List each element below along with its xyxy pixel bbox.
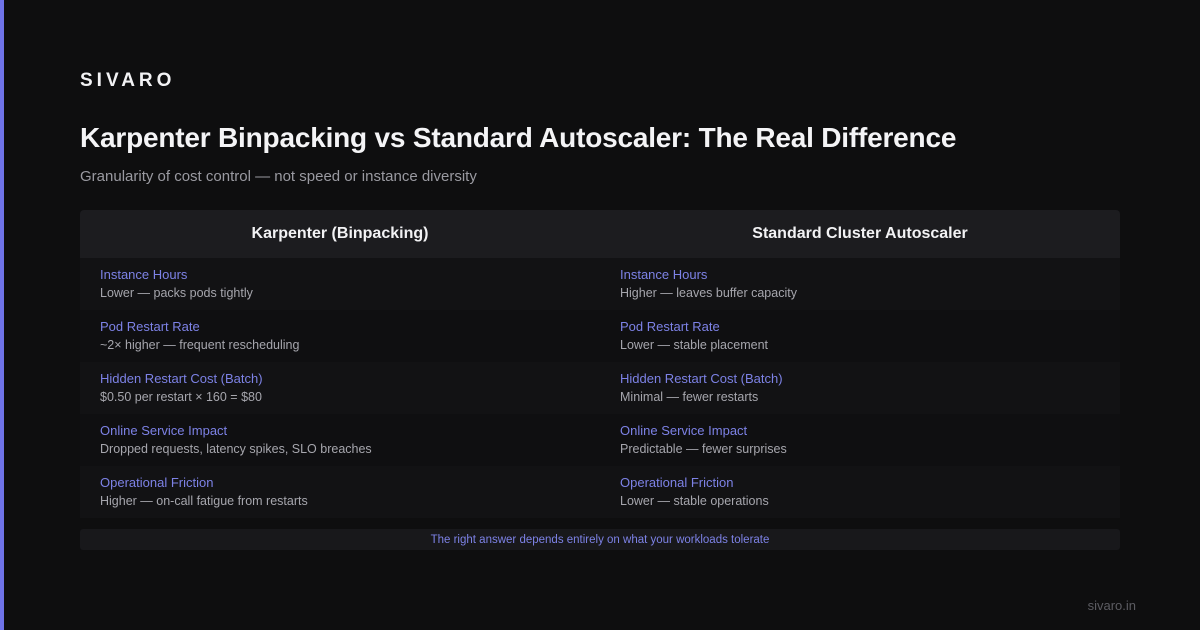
table-row: Instance Hours Lower — packs pods tightl… [80,258,1120,310]
table-cell-karpenter: Operational Friction Higher — on-call fa… [80,466,600,518]
metric-label: Instance Hours [620,267,708,282]
table-cell-autoscaler: Operational Friction Lower — stable oper… [600,466,1120,518]
metric-value: Higher — on-call fatigue from restarts [100,494,308,508]
table-cell-karpenter: Instance Hours Lower — packs pods tightl… [80,258,600,310]
metric-value: Lower — stable placement [620,338,768,352]
metric-value: Higher — leaves buffer capacity [620,286,797,300]
table-cell-karpenter: Online Service Impact Dropped requests, … [80,414,600,466]
brand-logo: SIVARO [80,70,176,91]
metric-value: Lower — stable operations [620,494,769,508]
metric-label: Pod Restart Rate [100,319,200,334]
metric-label: Instance Hours [100,267,188,282]
metric-value: $0.50 per restart × 160 = $80 [100,390,262,404]
table-row: Pod Restart Rate ~2× higher — frequent r… [80,310,1120,362]
table-row: Online Service Impact Dropped requests, … [80,414,1120,466]
table-row: Hidden Restart Cost (Batch) $0.50 per re… [80,362,1120,414]
metric-label: Online Service Impact [100,423,228,438]
footer-note: The right answer depends entirely on wha… [80,529,1120,550]
metric-value: Minimal — fewer restarts [620,390,759,404]
table-cell-karpenter: Hidden Restart Cost (Batch) $0.50 per re… [80,362,600,414]
metric-label: Hidden Restart Cost (Batch) [620,371,783,386]
metric-value: ~2× higher — frequent rescheduling [100,338,300,352]
table-row: Operational Friction Higher — on-call fa… [80,466,1120,518]
column-header-karpenter: Karpenter (Binpacking) [80,210,600,258]
accent-bar [0,0,4,630]
site-url: sivaro.in [1087,598,1136,613]
table-cell-karpenter: Pod Restart Rate ~2× higher — frequent r… [80,310,600,362]
metric-value: Lower — packs pods tightly [100,286,253,300]
table-header: Karpenter (Binpacking) Standard Cluster … [80,210,1120,258]
comparison-table: Karpenter (Binpacking) Standard Cluster … [80,210,1120,518]
page-title: Karpenter Binpacking vs Standard Autosca… [80,122,957,153]
table-cell-autoscaler: Instance Hours Higher — leaves buffer ca… [600,258,1120,310]
page-subtitle: Granularity of cost control — not speed … [80,168,477,185]
metric-label: Operational Friction [100,475,214,490]
metric-label: Pod Restart Rate [620,319,720,334]
metric-label: Operational Friction [620,475,734,490]
table-cell-autoscaler: Hidden Restart Cost (Batch) Minimal — fe… [600,362,1120,414]
metric-value: Predictable — fewer surprises [620,442,787,456]
metric-value: Dropped requests, latency spikes, SLO br… [100,442,372,456]
table-cell-autoscaler: Pod Restart Rate Lower — stable placemen… [600,310,1120,362]
metric-label: Online Service Impact [620,423,748,438]
table-cell-autoscaler: Online Service Impact Predictable — fewe… [600,414,1120,466]
metric-label: Hidden Restart Cost (Batch) [100,371,263,386]
column-header-autoscaler: Standard Cluster Autoscaler [600,210,1120,258]
